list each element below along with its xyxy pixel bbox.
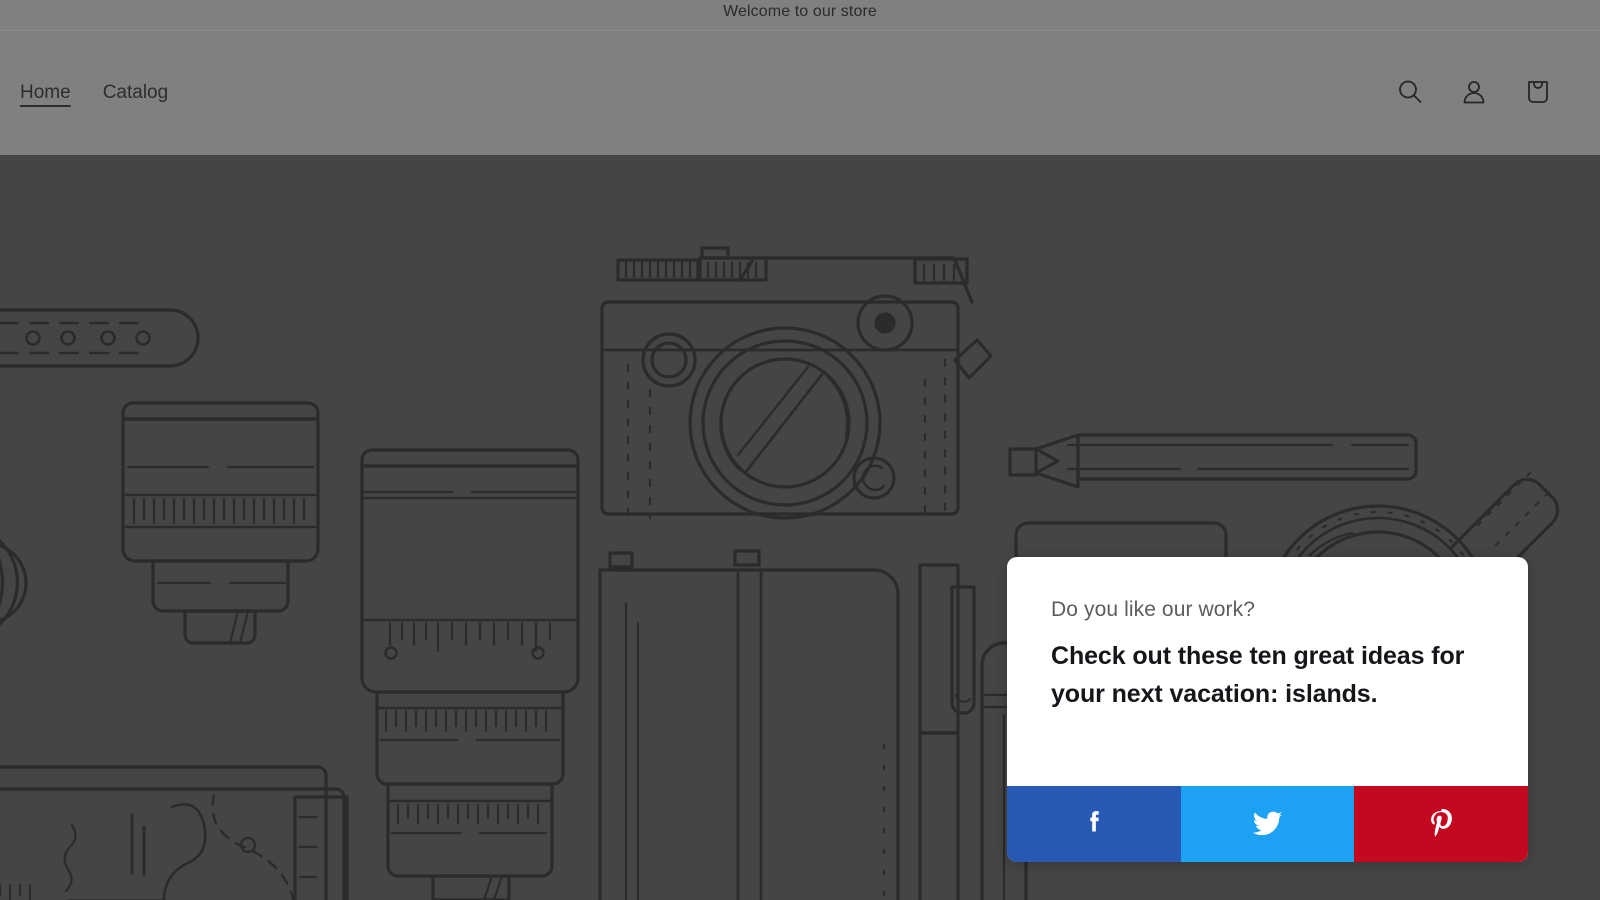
facebook-share-button[interactable] xyxy=(1007,786,1181,862)
modal-kicker: Do you like our work? xyxy=(1051,598,1256,621)
close-icon[interactable] xyxy=(1521,557,1528,566)
share-promo-modal: Do you like our work? Check out these te… xyxy=(1007,557,1528,862)
pinterest-icon xyxy=(1424,806,1458,843)
modal-body: Do you like our work? Check out these te… xyxy=(1007,557,1528,786)
page-root: Welcome to our store Home Catalog Do you… xyxy=(0,0,1600,900)
announcement-bar: Welcome to our store xyxy=(0,0,1600,31)
search-icon xyxy=(1395,77,1425,110)
twitter-share-button[interactable] xyxy=(1180,786,1355,862)
header-actions xyxy=(1388,71,1570,115)
nav-links: Home Catalog xyxy=(14,78,174,109)
nav-link-catalog[interactable]: Catalog xyxy=(97,78,175,109)
cart-button[interactable] xyxy=(1516,71,1560,115)
account-button[interactable] xyxy=(1452,71,1496,115)
share-buttons xyxy=(1007,786,1528,862)
cart-icon xyxy=(1523,77,1553,110)
modal-headline: Check out these ten great ideas for your… xyxy=(1051,642,1465,708)
pinterest-share-button[interactable] xyxy=(1354,786,1528,862)
primary-navigation: Home Catalog xyxy=(0,31,1600,155)
announcement-text: Welcome to our store xyxy=(723,3,877,20)
twitter-icon xyxy=(1250,805,1286,844)
site-header: Welcome to our store Home Catalog xyxy=(0,0,1600,155)
account-icon xyxy=(1459,77,1489,110)
facebook-icon xyxy=(1077,806,1111,843)
search-button[interactable] xyxy=(1388,71,1432,115)
nav-link-home[interactable]: Home xyxy=(14,78,77,109)
